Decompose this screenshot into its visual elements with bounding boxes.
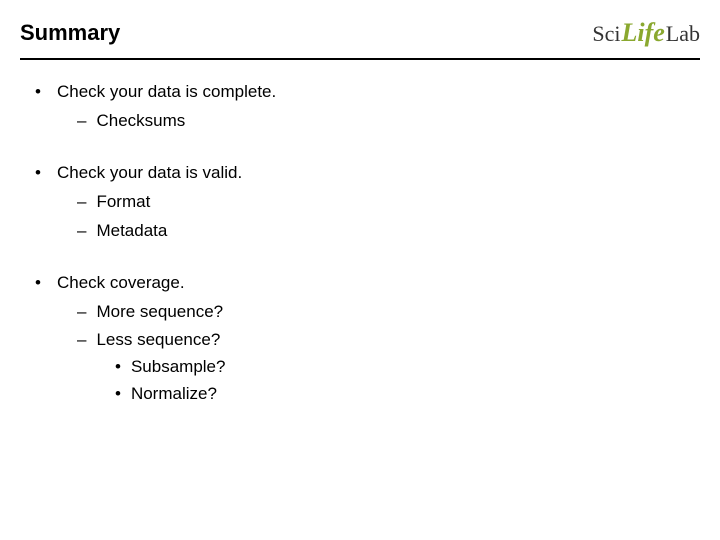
bullet-text: Normalize?: [131, 382, 217, 407]
bullet-icon: •: [35, 80, 43, 105]
logo-part-lab: Lab: [666, 21, 700, 47]
logo-part-life: Life: [621, 18, 664, 48]
list-item: – Format: [77, 190, 700, 215]
bullet-text: Less sequence?: [96, 328, 220, 353]
list-item: – Less sequence? • Subsample? • Normaliz…: [77, 328, 700, 406]
dash-icon: –: [77, 190, 86, 215]
dash-icon: –: [77, 300, 86, 325]
scilifelab-logo: Sci Life Lab: [592, 18, 700, 48]
dash-icon: –: [77, 328, 86, 353]
bullet-text: Check your data is complete.: [57, 80, 276, 105]
list-item: • Check your data is valid. – Format – M…: [35, 161, 700, 243]
slide-header: Summary Sci Life Lab: [0, 0, 720, 58]
list-item: • Check your data is complete. – Checksu…: [35, 80, 700, 133]
bullet-text: Subsample?: [131, 355, 226, 380]
bullet-icon: •: [115, 355, 121, 380]
list-item: – More sequence?: [77, 300, 700, 325]
bullet-text: Metadata: [96, 219, 167, 244]
list-item: • Check coverage. – More sequence? – Les…: [35, 271, 700, 406]
slide-content: • Check your data is complete. – Checksu…: [0, 60, 720, 406]
list-item: – Metadata: [77, 219, 700, 244]
dash-icon: –: [77, 219, 86, 244]
bullet-icon: •: [115, 382, 121, 407]
bullet-icon: •: [35, 271, 43, 296]
bullet-text: Check coverage.: [57, 271, 185, 296]
list-item: • Normalize?: [115, 382, 700, 407]
list-item: • Subsample?: [115, 355, 700, 380]
list-item: – Checksums: [77, 109, 700, 134]
dash-icon: –: [77, 109, 86, 134]
page-title: Summary: [20, 20, 120, 46]
bullet-text: Checksums: [96, 109, 185, 134]
bullet-text: Format: [96, 190, 150, 215]
bullet-text: Check your data is valid.: [57, 161, 242, 186]
logo-part-sci: Sci: [592, 21, 620, 47]
bullet-icon: •: [35, 161, 43, 186]
bullet-text: More sequence?: [96, 300, 223, 325]
